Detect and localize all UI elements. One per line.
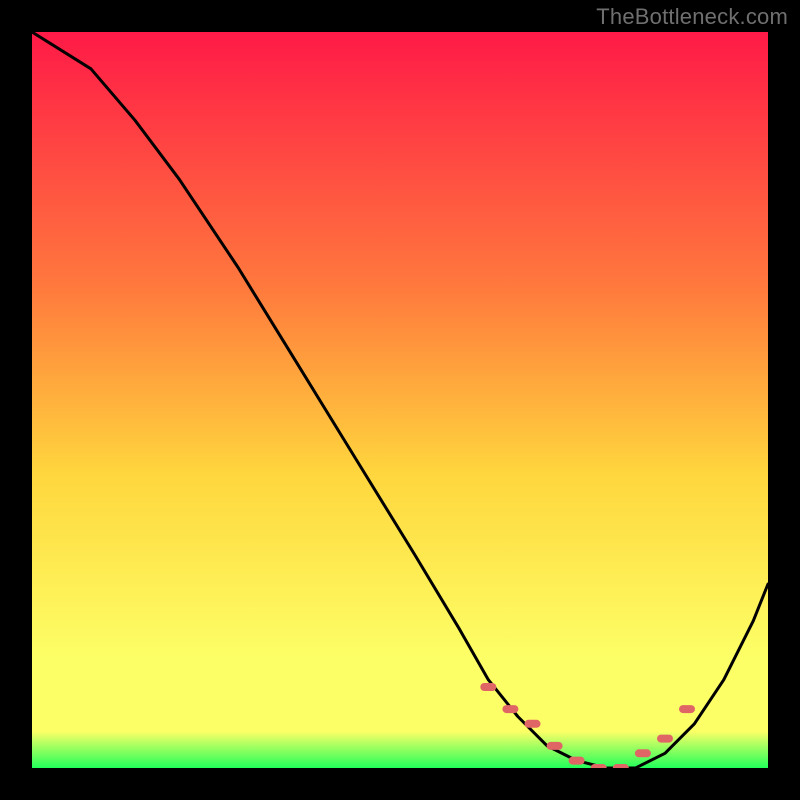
highlight-dash (480, 683, 496, 691)
highlight-dash (591, 764, 607, 768)
gradient-background (32, 32, 768, 768)
highlight-dash (613, 764, 629, 768)
highlight-dash (569, 757, 585, 765)
highlight-dash (502, 705, 518, 713)
plot-area (32, 32, 768, 768)
chart-frame: TheBottleneck.com (0, 0, 800, 800)
chart-svg (32, 32, 768, 768)
highlight-dash (635, 749, 651, 757)
highlight-dash (525, 720, 541, 728)
watermark-text: TheBottleneck.com (596, 4, 788, 30)
highlight-dash (657, 735, 673, 743)
highlight-dash (547, 742, 563, 750)
highlight-dash (679, 705, 695, 713)
